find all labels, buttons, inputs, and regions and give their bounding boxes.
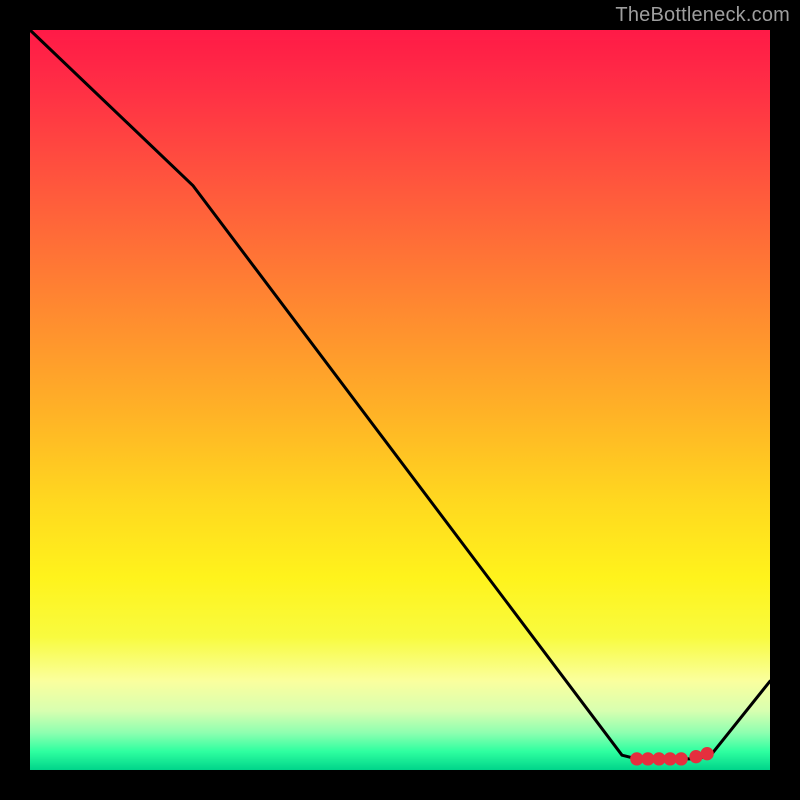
- chart-marker: [700, 747, 713, 760]
- attribution-text: TheBottleneck.com: [615, 4, 790, 27]
- chart-line: [30, 30, 770, 759]
- chart-frame: TheBottleneck.com: [0, 0, 800, 800]
- chart-markers: [630, 747, 714, 766]
- chart-overlay: [30, 30, 770, 770]
- chart-marker: [675, 752, 688, 765]
